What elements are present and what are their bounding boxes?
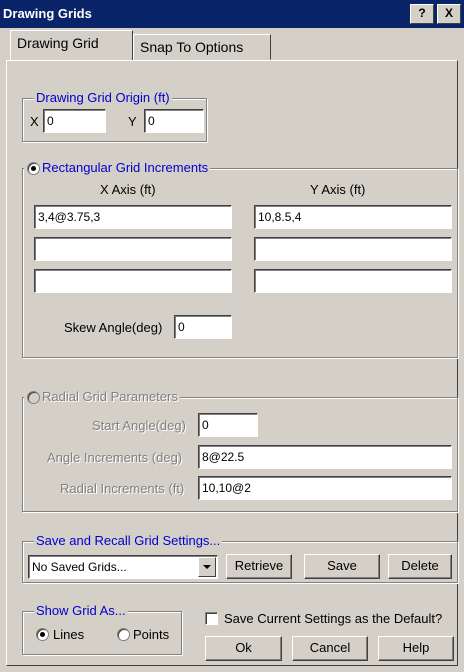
retrieve-button[interactable]: Retrieve [226, 554, 292, 579]
rect-radio[interactable] [27, 162, 40, 175]
radial-increments-label: Radial Increments (ft) [60, 481, 185, 496]
saved-grids-dropdown[interactable]: No Saved Grids... [28, 555, 218, 579]
radial-radio[interactable] [27, 391, 40, 404]
show-grid-legend: Show Grid As... [34, 603, 128, 618]
title-bar[interactable]: Drawing Grids [0, 0, 464, 28]
chevron-down-icon[interactable] [198, 557, 216, 577]
close-button[interactable]: X [437, 4, 461, 24]
cancel-button[interactable]: Cancel [292, 636, 368, 661]
x-increment-field-2[interactable] [34, 237, 232, 261]
save-button[interactable]: Save [304, 554, 380, 579]
context-help-button[interactable]: ? [410, 4, 434, 24]
rect-legend: Rectangular Grid Increments [24, 161, 211, 175]
radial-increments-field[interactable]: 10,10@2 [198, 476, 452, 500]
y-increment-field-3[interactable] [254, 269, 452, 293]
x-increment-field-1[interactable]: 3,4@3.75,3 [34, 205, 232, 229]
tab-snap-to-options-label: Snap To Options [140, 39, 244, 55]
y-increment-field-1[interactable]: 10,8.5,4 [254, 205, 452, 229]
points-radio[interactable] [117, 628, 130, 641]
start-angle-label: Start Angle(deg) [92, 418, 186, 433]
origin-legend: Drawing Grid Origin (ft) [34, 90, 172, 105]
lines-radio[interactable] [36, 628, 49, 641]
origin-y-field[interactable]: 0 [144, 109, 204, 133]
radial-legend: Radial Grid Parameters [24, 390, 180, 404]
skew-angle-field[interactable]: 0 [174, 315, 232, 339]
origin-x-field[interactable]: 0 [43, 109, 106, 133]
window-title: Drawing Grids [3, 6, 92, 21]
radio-dot-icon [31, 166, 36, 171]
skew-angle-label: Skew Angle(deg) [64, 320, 163, 335]
saved-grids-dropdown-value: No Saved Grids... [32, 560, 127, 574]
points-label: Points [133, 627, 170, 642]
x-increment-field-3[interactable] [34, 269, 232, 293]
origin-y-label: Y [128, 114, 137, 129]
save-default-label: Save Current Settings as the Default? [224, 611, 443, 626]
angle-increments-field[interactable]: 8@22.5 [198, 445, 452, 469]
help-button[interactable]: Help [378, 636, 454, 661]
y-increment-field-2[interactable] [254, 237, 452, 261]
tab-snap-to-options[interactable]: Snap To Options [133, 34, 271, 60]
origin-x-label: X [30, 114, 39, 129]
ok-button[interactable]: Ok [205, 636, 282, 661]
delete-button[interactable]: Delete [388, 554, 452, 579]
y-axis-label: Y Axis (ft) [310, 182, 366, 197]
tab-drawing-grid-label: Drawing Grid [17, 35, 99, 51]
radio-dot-icon [40, 632, 45, 637]
x-axis-label: X Axis (ft) [100, 182, 156, 197]
lines-label: Lines [53, 627, 85, 642]
save-default-checkbox[interactable] [205, 612, 218, 625]
save-recall-legend: Save and Recall Grid Settings... [34, 533, 223, 548]
start-angle-field[interactable]: 0 [198, 413, 258, 437]
tab-drawing-grid[interactable]: Drawing Grid [10, 30, 133, 60]
angle-increments-label: Angle Increments (deg) [47, 450, 183, 465]
